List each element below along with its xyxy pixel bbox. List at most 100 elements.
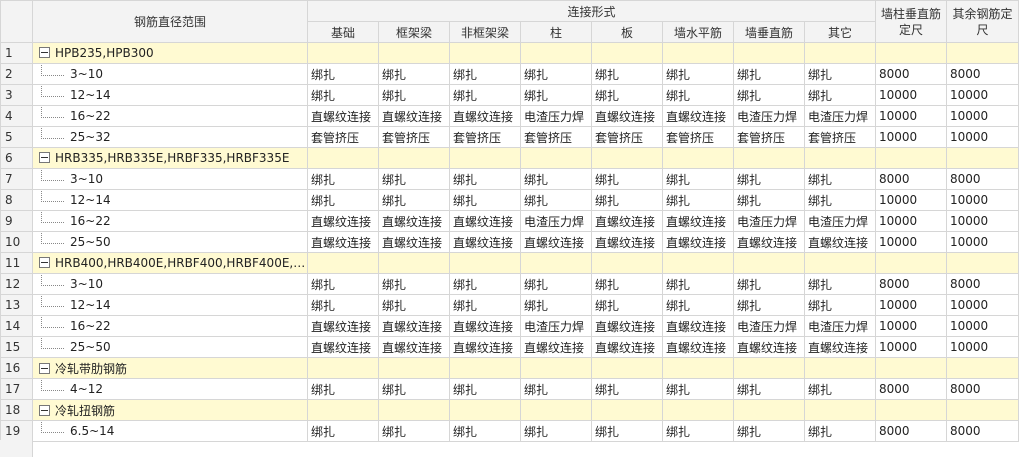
other-fixed-length-cell[interactable]: 10000 <box>946 231 1020 253</box>
group-row[interactable]: 11 HRB400,HRB400E,HRBF400,HRBF400E,RR... <box>0 252 1020 274</box>
connection-cell[interactable]: 直螺纹连接 <box>591 210 663 232</box>
connection-cell[interactable] <box>733 252 805 274</box>
connection-cell[interactable]: 绑扎 <box>449 378 521 400</box>
group-row[interactable]: 16 冷轧带肋钢筋 <box>0 357 1020 379</box>
connection-cell[interactable]: 绑扎 <box>662 63 734 85</box>
connection-cell[interactable]: 直螺纹连接 <box>378 105 450 127</box>
connection-cell[interactable]: 绑扎 <box>378 189 450 211</box>
table-row[interactable]: 19 6.5~14 绑扎 绑扎 绑扎 绑扎 绑扎 绑扎 绑扎 绑扎 8000 8000 <box>0 420 1020 442</box>
connection-cell[interactable]: 绑扎 <box>378 168 450 190</box>
connection-cell[interactable]: 绑扎 <box>803 189 877 211</box>
connection-cell[interactable]: 绑扎 <box>307 84 379 106</box>
table-row[interactable]: 12 3~10 绑扎 绑扎 绑扎 绑扎 绑扎 绑扎 绑扎 绑扎 8000 8000 <box>0 273 1020 295</box>
connection-cell[interactable]: 套管挤压 <box>591 126 663 148</box>
connection-cell[interactable]: 电渣压力焊 <box>733 105 805 127</box>
wall-fixed-length-cell[interactable]: 8000 <box>875 168 948 190</box>
connection-cell[interactable]: 直螺纹连接 <box>591 336 663 358</box>
connection-cell[interactable] <box>591 399 663 421</box>
table-row[interactable]: 15 25~50 直螺纹连接 直螺纹连接 直螺纹连接 直螺纹连接 直螺纹连接 直螺纹连接 直螺纹… <box>0 336 1020 358</box>
connection-cell[interactable] <box>378 357 450 379</box>
connection-cell[interactable] <box>307 399 379 421</box>
connection-cell[interactable]: 绑扎 <box>520 84 592 106</box>
connection-cell[interactable] <box>803 252 877 274</box>
table-row[interactable]: 10 25~50 直螺纹连接 直螺纹连接 直螺纹连接 直螺纹连接 直螺纹连接 直螺纹连接 直螺纹… <box>0 231 1020 253</box>
connection-cell[interactable] <box>449 399 521 421</box>
range-cell[interactable]: 3~10 <box>32 273 308 295</box>
connection-cell[interactable]: 绑扎 <box>803 168 877 190</box>
connection-cell[interactable]: 绑扎 <box>591 84 663 106</box>
other-fixed-length-cell[interactable] <box>946 357 1020 379</box>
connection-cell[interactable]: 绑扎 <box>520 168 592 190</box>
connection-cell[interactable]: 直螺纹连接 <box>591 105 663 127</box>
connection-cell[interactable] <box>520 147 592 169</box>
connection-cell[interactable]: 直螺纹连接 <box>520 336 592 358</box>
connection-cell[interactable]: 绑扎 <box>733 378 805 400</box>
connection-cell[interactable] <box>733 357 805 379</box>
connection-cell[interactable] <box>591 147 663 169</box>
connection-cell[interactable]: 直螺纹连接 <box>520 231 592 253</box>
connection-cell[interactable] <box>378 252 450 274</box>
wall-fixed-length-cell[interactable]: 10000 <box>875 315 948 337</box>
connection-cell[interactable]: 电渣压力焊 <box>520 210 592 232</box>
other-fixed-length-cell[interactable]: 10000 <box>946 315 1020 337</box>
connection-cell[interactable]: 绑扎 <box>449 294 521 316</box>
connection-cell[interactable]: 套管挤压 <box>733 126 805 148</box>
collapse-icon[interactable] <box>39 362 50 374</box>
connection-cell[interactable]: 绑扎 <box>378 420 450 442</box>
range-cell[interactable]: 16~22 <box>32 315 308 337</box>
connection-cell[interactable]: 绑扎 <box>449 168 521 190</box>
connection-cell[interactable]: 套管挤压 <box>307 126 379 148</box>
wall-fixed-length-cell[interactable]: 8000 <box>875 63 948 85</box>
range-cell[interactable]: 25~50 <box>32 336 308 358</box>
connection-cell[interactable]: 绑扎 <box>307 273 379 295</box>
connection-cell[interactable] <box>449 42 521 64</box>
connection-cell[interactable]: 绑扎 <box>662 378 734 400</box>
connection-cell[interactable]: 绑扎 <box>662 168 734 190</box>
group-row[interactable]: 1 HPB235,HPB300 <box>0 42 1020 64</box>
connection-cell[interactable]: 绑扎 <box>803 84 877 106</box>
connection-cell[interactable] <box>662 399 734 421</box>
wall-fixed-length-cell[interactable] <box>875 357 948 379</box>
connection-cell[interactable]: 直螺纹连接 <box>307 105 379 127</box>
wall-fixed-length-cell[interactable]: 10000 <box>875 189 948 211</box>
connection-cell[interactable] <box>662 42 734 64</box>
wall-fixed-length-cell[interactable] <box>875 399 948 421</box>
connection-cell[interactable]: 绑扎 <box>378 273 450 295</box>
connection-cell[interactable]: 绑扎 <box>662 189 734 211</box>
connection-cell[interactable]: 绑扎 <box>449 189 521 211</box>
connection-cell[interactable]: 绑扎 <box>520 189 592 211</box>
connection-cell[interactable] <box>307 252 379 274</box>
connection-cell[interactable]: 直螺纹连接 <box>803 336 877 358</box>
connection-cell[interactable] <box>449 357 521 379</box>
connection-cell[interactable] <box>803 399 877 421</box>
connection-cell[interactable]: 绑扎 <box>662 273 734 295</box>
connection-cell[interactable]: 直螺纹连接 <box>662 315 734 337</box>
connection-cell[interactable] <box>378 42 450 64</box>
group-name-cell[interactable]: 冷轧扭钢筋 <box>32 399 308 421</box>
connection-cell[interactable]: 绑扎 <box>803 420 877 442</box>
connection-cell[interactable]: 绑扎 <box>662 84 734 106</box>
table-row[interactable]: 9 16~22 直螺纹连接 直螺纹连接 直螺纹连接 电渣压力焊 直螺纹连接 直螺纹连接 电渣压力… <box>0 210 1020 232</box>
other-fixed-length-cell[interactable]: 10000 <box>946 336 1020 358</box>
connection-cell[interactable]: 电渣压力焊 <box>803 210 877 232</box>
connection-cell[interactable]: 直螺纹连接 <box>662 336 734 358</box>
connection-cell[interactable]: 绑扎 <box>591 189 663 211</box>
wall-fixed-length-cell[interactable]: 10000 <box>875 105 948 127</box>
connection-cell[interactable]: 绑扎 <box>733 273 805 295</box>
connection-cell[interactable]: 绑扎 <box>733 63 805 85</box>
other-fixed-length-cell[interactable] <box>946 399 1020 421</box>
collapse-icon[interactable] <box>39 47 50 58</box>
connection-cell[interactable]: 绑扎 <box>449 420 521 442</box>
connection-cell[interactable]: 绑扎 <box>378 84 450 106</box>
connection-cell[interactable]: 绑扎 <box>733 168 805 190</box>
connection-cell[interactable]: 绑扎 <box>733 189 805 211</box>
table-row[interactable]: 4 16~22 直螺纹连接 直螺纹连接 直螺纹连接 电渣压力焊 直螺纹连接 直螺纹连接 电渣压力… <box>0 105 1020 127</box>
connection-cell[interactable]: 直螺纹连接 <box>591 315 663 337</box>
wall-fixed-length-cell[interactable]: 8000 <box>875 273 948 295</box>
wall-fixed-length-cell[interactable]: 10000 <box>875 84 948 106</box>
connection-cell[interactable]: 绑扎 <box>733 84 805 106</box>
connection-cell[interactable]: 直螺纹连接 <box>378 336 450 358</box>
range-cell[interactable]: 25~32 <box>32 126 308 148</box>
connection-cell[interactable]: 绑扎 <box>520 294 592 316</box>
connection-cell[interactable]: 绑扎 <box>449 273 521 295</box>
